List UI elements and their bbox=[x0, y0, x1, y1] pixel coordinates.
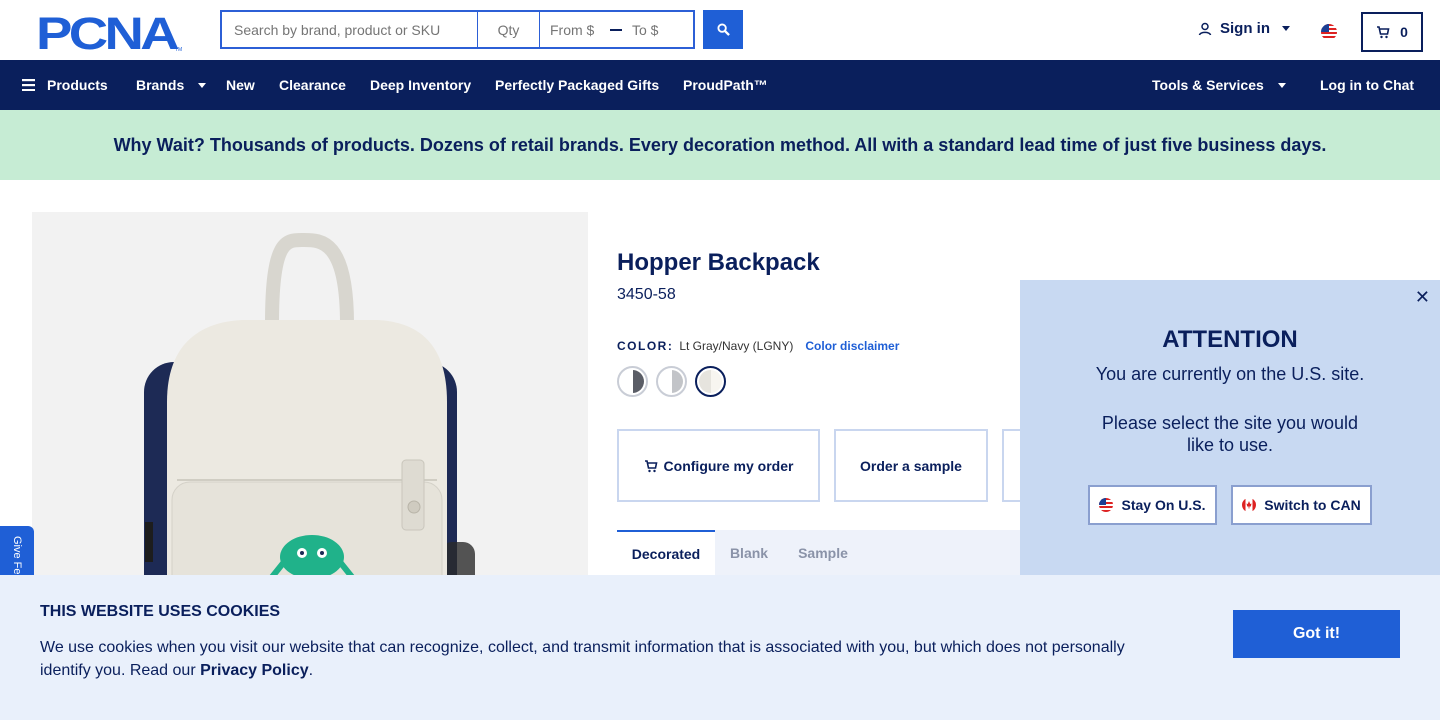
tab-blank[interactable]: Blank bbox=[722, 530, 776, 575]
color-value: Lt Gray/Navy (LGNY) bbox=[679, 339, 794, 353]
attention-subtext: Please select the site you would like to… bbox=[1101, 413, 1359, 455]
promo-banner: Why Wait? Thousands of products. Dozens … bbox=[0, 110, 1440, 180]
qty-input[interactable] bbox=[478, 10, 540, 49]
price-to-input[interactable] bbox=[632, 21, 682, 38]
color-label: COLOR: bbox=[617, 339, 674, 353]
search-group bbox=[220, 10, 695, 49]
price-range bbox=[540, 10, 695, 49]
cart-icon bbox=[644, 459, 658, 472]
nav-clearance[interactable]: Clearance bbox=[279, 60, 346, 110]
search-input[interactable] bbox=[220, 10, 478, 49]
nav-products-label: Products bbox=[47, 77, 108, 93]
cart-icon bbox=[1377, 26, 1390, 39]
chevron-down-icon bbox=[1277, 82, 1286, 88]
attention-title: ATTENTION bbox=[1162, 326, 1298, 353]
swatch-fill bbox=[621, 370, 644, 393]
chevron-down-icon bbox=[1282, 26, 1290, 31]
range-dash bbox=[610, 28, 622, 31]
attention-message: You are currently on the U.S. site. bbox=[1095, 364, 1365, 384]
cookie-banner: THIS WEBSITE USES COOKIES We use cookies… bbox=[0, 575, 1440, 720]
privacy-policy-link[interactable]: Privacy Policy bbox=[200, 662, 309, 679]
nav-proudpath[interactable]: ProudPath™ bbox=[683, 60, 768, 110]
tab-blank-label: Blank bbox=[729, 544, 769, 561]
nav-new-label: New bbox=[226, 77, 255, 93]
color-disclaimer-link[interactable]: Color disclaimer bbox=[805, 339, 899, 353]
pcna-logo[interactable]: PCNA TM bbox=[36, 12, 184, 52]
stay-us-label: Stay On U.S. bbox=[1121, 497, 1206, 513]
got-it-button[interactable]: Got it! bbox=[1233, 610, 1400, 658]
search-icon bbox=[716, 23, 730, 36]
sign-in-menu[interactable]: Sign in bbox=[1198, 20, 1290, 37]
nav-gifts-label: Perfectly Packaged Gifts bbox=[495, 77, 660, 93]
nav-clearance-label: Clearance bbox=[279, 77, 346, 93]
color-swatch[interactable] bbox=[617, 366, 648, 397]
us-flag-icon bbox=[1099, 498, 1114, 512]
canada-flag-icon bbox=[1242, 498, 1257, 512]
svg-text:PCNA: PCNA bbox=[36, 12, 179, 52]
nav-new[interactable]: New bbox=[226, 60, 255, 110]
tab-sample-label: Sample bbox=[798, 544, 848, 561]
nav-deep-inventory[interactable]: Deep Inventory bbox=[370, 60, 471, 110]
search-button[interactable] bbox=[703, 10, 743, 49]
stay-us-button[interactable]: Stay On U.S. bbox=[1088, 485, 1217, 525]
site-selector-modal: ✕ ATTENTION You are currently on the U.S… bbox=[1020, 280, 1440, 575]
switch-can-label: Switch to CAN bbox=[1264, 497, 1361, 513]
nav-tools-services[interactable]: Tools & Services bbox=[1152, 60, 1286, 110]
cart-count: 0 bbox=[1400, 24, 1408, 40]
nav-brands-label: Brands bbox=[136, 77, 185, 93]
color-info: COLOR: Lt Gray/Navy (LGNY) Color disclai… bbox=[617, 339, 899, 353]
order-sample-button[interactable]: Order a sample bbox=[834, 429, 988, 502]
configure-order-label: Configure my order bbox=[663, 457, 794, 474]
cart-button[interactable]: 0 bbox=[1361, 12, 1423, 52]
close-icon[interactable]: ✕ bbox=[1415, 288, 1430, 306]
cookie-title: THIS WEBSITE USES COOKIES bbox=[40, 603, 281, 620]
order-sample-label: Order a sample bbox=[860, 457, 962, 474]
configure-order-button[interactable]: Configure my order bbox=[617, 429, 820, 502]
swatch-fill bbox=[660, 370, 683, 393]
color-swatches bbox=[617, 366, 726, 397]
color-swatch[interactable] bbox=[656, 366, 687, 397]
nav-gifts[interactable]: Perfectly Packaged Gifts bbox=[495, 60, 659, 110]
color-swatch[interactable] bbox=[695, 366, 726, 397]
main-nav: Products Brands New Clearance Deep Inven… bbox=[0, 60, 1440, 110]
swatch-fill bbox=[699, 370, 722, 393]
tab-sample[interactable]: Sample bbox=[790, 530, 856, 575]
nav-chat-login[interactable]: Log in to Chat bbox=[1320, 60, 1414, 110]
top-header: PCNA TM Sign in bbox=[0, 0, 1440, 60]
nav-proudpath-label: ProudPath™ bbox=[683, 77, 768, 93]
sign-in-label: Sign in bbox=[1220, 20, 1270, 37]
tab-decorated-label: Decorated bbox=[631, 545, 701, 562]
chevron-down-icon bbox=[198, 82, 207, 88]
hamburger-icon bbox=[22, 79, 35, 91]
nav-tools-label: Tools & Services bbox=[1152, 77, 1264, 93]
nav-chat-label: Log in to Chat bbox=[1320, 77, 1415, 93]
switch-can-button[interactable]: Switch to CAN bbox=[1231, 485, 1372, 525]
user-icon bbox=[1198, 22, 1212, 35]
svg-text:TM: TM bbox=[175, 47, 182, 52]
us-flag-icon[interactable] bbox=[1321, 24, 1337, 40]
product-title: Hopper Backpack bbox=[617, 249, 820, 276]
nav-deep-inventory-label: Deep Inventory bbox=[370, 77, 472, 93]
nav-products[interactable]: Products bbox=[22, 60, 108, 110]
promo-text: Why Wait? Thousands of products. Dozens … bbox=[113, 134, 1327, 155]
tab-decorated[interactable]: Decorated bbox=[617, 530, 715, 575]
cookie-text: We use cookies when you visit our websit… bbox=[40, 636, 1150, 682]
nav-brands[interactable]: Brands bbox=[136, 60, 207, 110]
cookie-suffix: . bbox=[308, 662, 314, 679]
product-sku: 3450-58 bbox=[617, 286, 676, 303]
price-from-input[interactable] bbox=[550, 21, 600, 38]
